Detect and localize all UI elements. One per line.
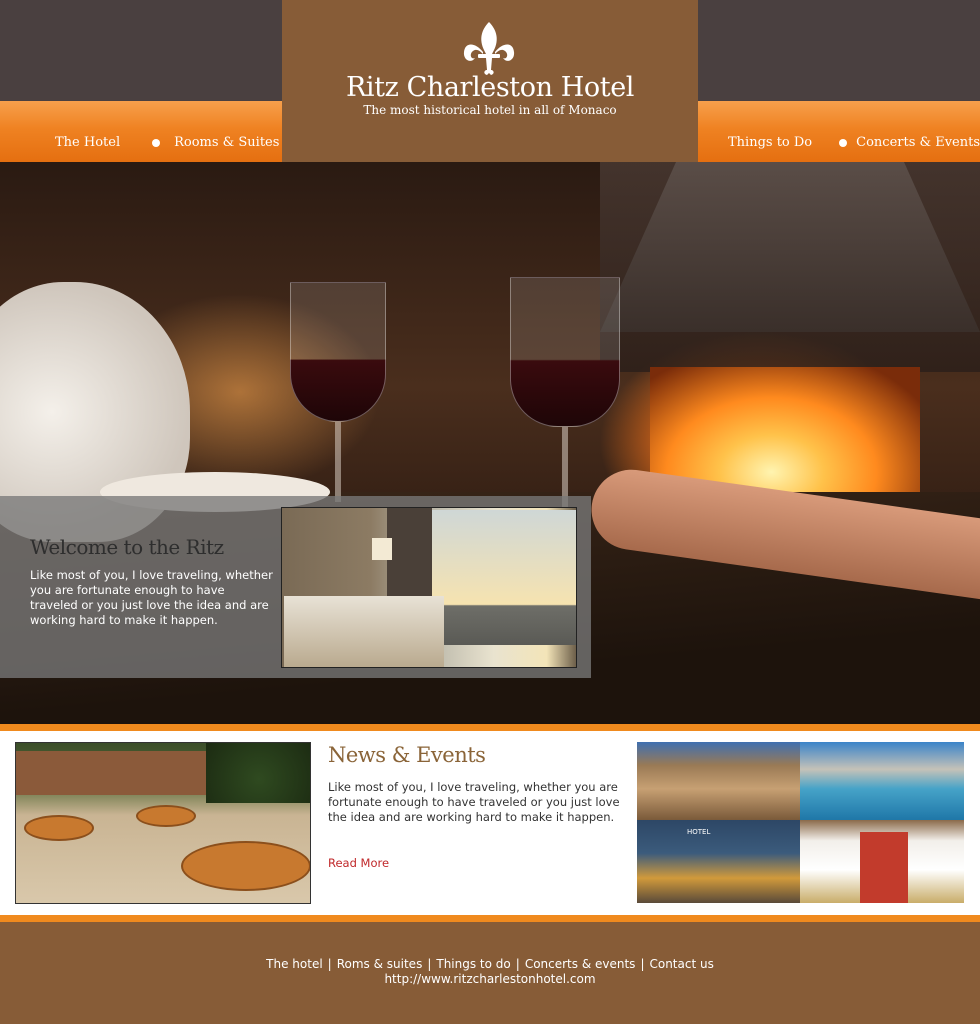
footer-link-things-to-do[interactable]: Things to do xyxy=(436,957,510,971)
hotel-tagline: The most historical hotel in all of Mona… xyxy=(363,103,617,117)
hotel-bed-photo xyxy=(800,820,964,903)
room-lamp xyxy=(372,538,392,560)
nav-item-rooms-suites[interactable]: Rooms & Suites xyxy=(174,135,279,150)
footer-separator: | xyxy=(515,957,520,971)
patio-dining-photo[interactable] xyxy=(15,742,311,904)
pool-photo xyxy=(800,742,964,820)
welcome-title: Welcome to the Ritz xyxy=(30,535,224,559)
room-window xyxy=(427,510,576,645)
fleur-de-lis-icon[interactable] xyxy=(461,20,517,78)
hotel-facade-photo xyxy=(637,742,800,820)
footer-link-the-hotel[interactable]: The hotel xyxy=(266,957,323,971)
patio-tree xyxy=(206,743,310,803)
nav-right: Things to Do Concerts & Events xyxy=(728,135,980,150)
wine-glass xyxy=(290,282,386,422)
footer-link-contact-us[interactable]: Contact us xyxy=(649,957,713,971)
nav-item-concerts-events[interactable]: Concerts & Events xyxy=(856,135,980,150)
nav-bullet-icon xyxy=(152,138,161,147)
hotel-room-photo[interactable] xyxy=(281,507,577,668)
news-title: News & Events xyxy=(328,743,486,767)
footer-link-rooms-suites[interactable]: Roms & suites xyxy=(337,957,423,971)
footer-link-concerts-events[interactable]: Concerts & events xyxy=(525,957,636,971)
footer-website-url[interactable]: http://www.ritzcharlestonhotel.com xyxy=(0,972,980,986)
nav-left: The Hotel Rooms & Suites xyxy=(55,135,279,150)
footer-separator: | xyxy=(640,957,645,971)
patio-table xyxy=(136,805,196,827)
patio-table xyxy=(181,841,310,891)
nav-item-things-to-do[interactable]: Things to Do xyxy=(728,135,812,150)
orange-divider-top xyxy=(0,724,980,731)
footer-separator: | xyxy=(327,957,332,971)
hotel-brand-name[interactable]: Ritz Charleston Hotel xyxy=(282,72,698,103)
welcome-text: Like most of you, I love traveling, whet… xyxy=(30,568,273,627)
wine-glass xyxy=(510,277,620,427)
nav-bullet-icon xyxy=(839,138,848,147)
hotel-photo-collage[interactable] xyxy=(637,742,964,903)
footer-links: The hotel | Roms & suites | Things to do | Con… xyxy=(0,957,980,971)
room-bed xyxy=(284,596,444,667)
patio-table xyxy=(24,815,94,841)
footer-separator: | xyxy=(427,957,432,971)
patio-fence xyxy=(16,751,206,795)
news-text: Like most of you, I love traveling, whet… xyxy=(328,780,620,824)
hotel-entrance-photo xyxy=(637,820,800,903)
orange-divider-bottom xyxy=(0,915,980,922)
read-more-link[interactable]: Read More xyxy=(328,856,389,870)
wine-glass-stem xyxy=(562,427,568,507)
wine-glass-stem xyxy=(335,422,341,502)
nav-item-the-hotel[interactable]: The Hotel xyxy=(55,135,120,150)
